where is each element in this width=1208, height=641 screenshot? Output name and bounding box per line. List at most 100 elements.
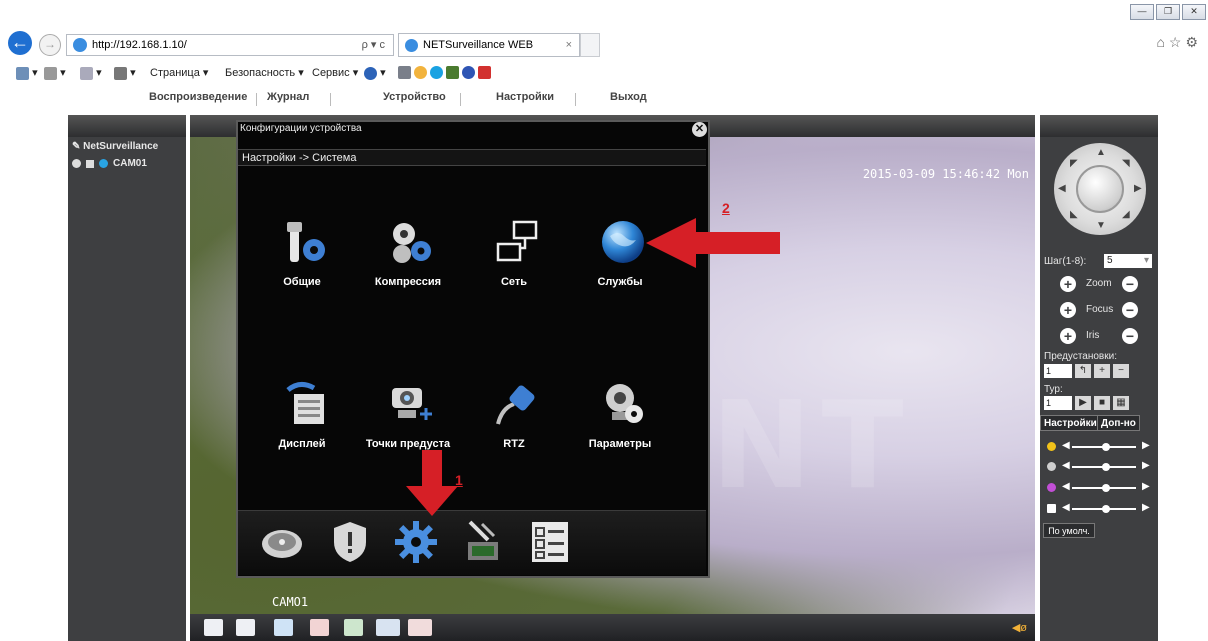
tour-play-button[interactable]: ▶ (1075, 396, 1091, 410)
focus-in-button[interactable]: + (1060, 302, 1076, 318)
addon-icon[interactable] (446, 66, 460, 79)
hue-slider[interactable]: ◀ ▶ (1046, 502, 1156, 516)
feeds-command[interactable]: ▾ (44, 66, 66, 80)
decrease-icon[interactable]: ◀ (1062, 460, 1070, 471)
single-view-icon[interactable] (236, 619, 255, 636)
snapshot-icon[interactable] (344, 619, 363, 636)
ptz-left-icon[interactable]: ◀ (1058, 183, 1066, 194)
menu-log[interactable]: Журнал (267, 91, 309, 103)
preset-add-button[interactable]: + (1094, 364, 1110, 378)
focus-out-button[interactable]: − (1122, 302, 1138, 318)
ie-icon (73, 38, 87, 53)
mail-command[interactable]: ▾ (80, 66, 102, 80)
ptz-up-icon[interactable]: ▲ (1096, 147, 1106, 158)
record-stop-icon[interactable] (408, 619, 432, 636)
increase-icon[interactable]: ▶ (1142, 502, 1150, 513)
tile-parameters[interactable]: Параметры (560, 380, 680, 470)
print-command[interactable]: ▾ (114, 66, 136, 80)
slider-knob[interactable] (1102, 484, 1110, 492)
ptz-downright-icon[interactable]: ◢ (1122, 209, 1130, 220)
new-tab-button[interactable] (580, 33, 600, 57)
flag-icon[interactable] (478, 66, 492, 79)
browser-top-icons[interactable]: ⌂☆⚙ (1156, 34, 1202, 51)
tour-input[interactable]: 1 (1044, 396, 1072, 410)
tab-extra[interactable]: Доп-но (1097, 415, 1140, 431)
increase-icon[interactable]: ▶ (1142, 481, 1150, 492)
help-command[interactable]: ▾ (364, 66, 386, 80)
record-view-icon[interactable] (310, 619, 329, 636)
preset-goto-button[interactable]: ↰ (1075, 364, 1091, 378)
slider-knob[interactable] (1102, 505, 1110, 513)
decrease-icon[interactable]: ◀ (1062, 481, 1070, 492)
tour-grid-button[interactable]: ▦ (1113, 396, 1129, 410)
ptz-upright-icon[interactable]: ◥ (1122, 158, 1130, 169)
tour-stop-button[interactable]: ■ (1094, 396, 1110, 410)
menu-exit[interactable]: Выход (610, 91, 647, 103)
volume-icon[interactable]: ◀ø (1012, 621, 1027, 634)
contrast-slider[interactable]: ◀ ▶ (1046, 460, 1156, 474)
tile-rtz[interactable]: RTZ (454, 380, 574, 470)
device-root[interactable]: ✎ NetSurveillance (72, 141, 158, 152)
tools-icon[interactable] (458, 518, 506, 566)
home-command[interactable]: ▾ (16, 66, 38, 80)
ptz-right-icon[interactable]: ▶ (1134, 183, 1142, 194)
restore-button[interactable]: ❐ (1156, 4, 1180, 20)
zoom-out-button[interactable]: − (1122, 276, 1138, 292)
tab-close-icon[interactable]: × (566, 34, 572, 56)
ptz-upleft-icon[interactable]: ◤ (1070, 158, 1078, 169)
tile-network[interactable]: Сеть (454, 218, 574, 308)
saturation-slider[interactable]: ◀ ▶ (1046, 481, 1156, 495)
record-icon[interactable] (72, 159, 81, 168)
preset-remove-button[interactable]: − (1113, 364, 1129, 378)
checklist-icon[interactable] (526, 518, 574, 566)
back-button[interactable]: ← (8, 31, 32, 55)
menu-device[interactable]: Устройство (383, 91, 446, 103)
ptz-downleft-icon[interactable]: ◣ (1070, 209, 1078, 220)
step-select[interactable]: 5 ▾ (1104, 254, 1152, 268)
browser-tab[interactable]: NETSurveillance WEB × (398, 33, 580, 57)
iris-open-button[interactable]: + (1060, 328, 1076, 344)
quad-view-icon[interactable] (274, 619, 293, 636)
shield-icon[interactable] (326, 518, 374, 566)
camera-item[interactable]: CAM01 (72, 158, 147, 169)
dialog-close-icon[interactable]: ✕ (692, 122, 707, 137)
talk-icon[interactable] (376, 619, 400, 636)
address-tools[interactable]: ρ ▾ c (362, 35, 385, 55)
increase-icon[interactable]: ▶ (1142, 460, 1150, 471)
decrease-icon[interactable]: ◀ (1062, 502, 1070, 513)
slider-knob[interactable] (1102, 443, 1110, 451)
preset-input[interactable]: 1 (1044, 364, 1072, 378)
hdd-icon[interactable] (258, 518, 306, 566)
minimize-button[interactable]: — (1130, 4, 1154, 20)
menu-settings[interactable]: Настройки (496, 91, 554, 103)
tools-menu[interactable]: Сервис ▾ (312, 66, 358, 79)
slider-knob[interactable] (1102, 463, 1110, 471)
forward-button[interactable]: → (39, 34, 61, 56)
doc-icon[interactable] (398, 66, 411, 79)
iris-close-button[interactable]: − (1122, 328, 1138, 344)
fullscreen-icon[interactable] (204, 619, 223, 636)
brightness-slider[interactable]: ◀ ▶ (1046, 440, 1156, 454)
decrease-icon[interactable]: ◀ (1062, 440, 1070, 451)
skype-icon[interactable] (430, 66, 444, 79)
iris-row: + Iris − (1060, 327, 1140, 345)
page-menu[interactable]: Страница ▾ (150, 66, 208, 79)
tab-settings[interactable]: Настройки (1040, 415, 1101, 431)
tile-general[interactable]: Общие (242, 218, 362, 308)
close-window-button[interactable]: ✕ (1182, 4, 1206, 20)
zoom-in-button[interactable]: + (1060, 276, 1076, 292)
ptz-down-icon[interactable]: ▼ (1096, 220, 1106, 231)
tile-compression[interactable]: Компрессия (348, 218, 468, 308)
gear-icon[interactable] (392, 518, 440, 566)
help-icon (364, 66, 377, 80)
address-bar[interactable]: http://192.168.1.10/ ρ ▾ c (66, 34, 394, 56)
sun-icon[interactable] (414, 66, 428, 79)
play-icon[interactable] (86, 159, 94, 168)
ptz-center-button[interactable] (1076, 165, 1124, 213)
security-menu[interactable]: Безопасность ▾ (225, 66, 304, 79)
tile-display[interactable]: Дисплей (242, 380, 362, 470)
bluetooth-icon[interactable] (462, 66, 476, 79)
default-button[interactable]: По умолч. (1043, 523, 1095, 538)
menu-playback[interactable]: Воспроизведение (149, 91, 247, 103)
increase-icon[interactable]: ▶ (1142, 440, 1150, 451)
